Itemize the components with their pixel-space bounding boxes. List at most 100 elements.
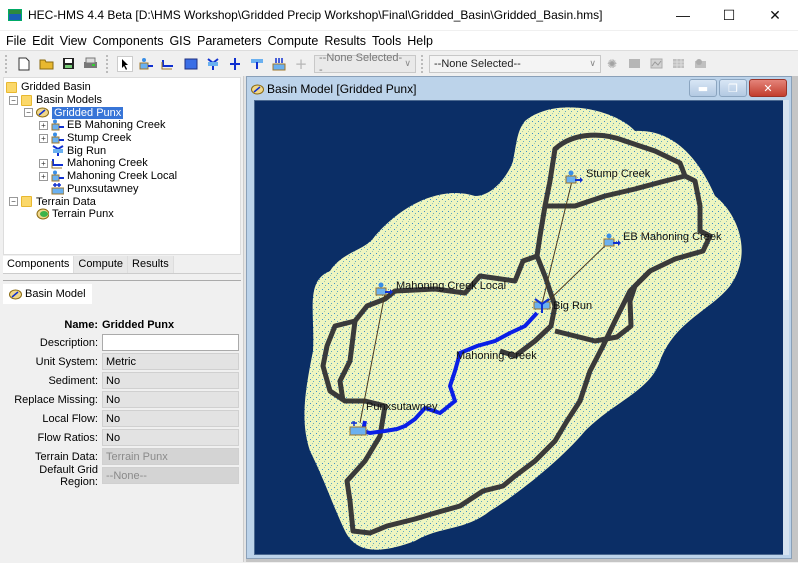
desktop-area: Basin Model [Gridded Punx] ▬ ❐ ✕ Stump C… bbox=[246, 76, 798, 562]
run-select-dropdown[interactable]: --None Selected-- ∨ bbox=[429, 54, 601, 73]
unit-system-select[interactable]: Metric bbox=[102, 353, 239, 370]
source-tool-icon[interactable] bbox=[249, 56, 265, 72]
reservoir-tool-icon[interactable] bbox=[183, 56, 199, 72]
tree-node-label: Terrain Data bbox=[36, 195, 96, 208]
tree-node-label: Stump Creek bbox=[67, 132, 132, 145]
tree-node-terrain[interactable]: Terrain Punx bbox=[4, 208, 240, 221]
close-button[interactable]: ✕ bbox=[752, 0, 798, 30]
menu-file[interactable]: File bbox=[3, 34, 29, 48]
tree-node-label: EB Mahoning Creek bbox=[67, 119, 166, 132]
flow-ratios-row: Flow Ratios: No bbox=[3, 429, 241, 446]
collapse-icon[interactable]: − bbox=[9, 197, 18, 207]
new-file-icon[interactable] bbox=[16, 56, 32, 72]
tree-node-element[interactable]: + Mahoning Creek Local bbox=[4, 170, 240, 183]
description-field[interactable] bbox=[102, 334, 239, 351]
map-label-mahoning-local: Mahoning Creek Local bbox=[396, 280, 507, 292]
name-value: Gridded Punx bbox=[102, 318, 175, 331]
expand-icon[interactable]: + bbox=[39, 133, 48, 143]
description-row: Description: bbox=[3, 334, 241, 351]
junction-tool-icon[interactable] bbox=[205, 56, 221, 72]
tree-node-label: Basin Models bbox=[36, 94, 103, 107]
menu-edit[interactable]: Edit bbox=[29, 34, 57, 48]
basin-window-restore-button[interactable]: ❐ bbox=[719, 79, 747, 97]
menu-tools[interactable]: Tools bbox=[369, 34, 404, 48]
arrow-select-icon[interactable] bbox=[117, 55, 133, 72]
default-grid-region-label: Default Grid Region: bbox=[39, 463, 98, 488]
menu-results[interactable]: Results bbox=[321, 34, 369, 48]
print-icon[interactable] bbox=[82, 56, 98, 72]
tab-compute[interactable]: Compute bbox=[74, 256, 129, 273]
diversion-tool-icon[interactable] bbox=[227, 56, 243, 72]
basin-window-title: Basin Model [Gridded Punx] bbox=[267, 82, 417, 96]
terrain-data-select[interactable]: Terrain Punx bbox=[102, 448, 239, 465]
unit-system-row: Unit System: Metric bbox=[3, 353, 241, 370]
toolbar-grip[interactable] bbox=[5, 54, 8, 73]
basin-window-close-button[interactable]: ✕ bbox=[749, 79, 787, 97]
toolbar-grip[interactable] bbox=[421, 54, 424, 73]
open-folder-icon[interactable] bbox=[38, 56, 54, 72]
tree-node-basin-model[interactable]: − Gridded Punx bbox=[4, 106, 240, 119]
subbasin-tool-icon[interactable] bbox=[139, 56, 155, 72]
local-flow-select[interactable]: No bbox=[102, 410, 239, 427]
maximize-button[interactable]: ☐ bbox=[706, 0, 752, 30]
save-icon[interactable] bbox=[60, 56, 76, 72]
tree-node-element[interactable]: + Mahoning Creek bbox=[4, 157, 240, 170]
toolbar-grip[interactable] bbox=[106, 54, 109, 73]
menu-gis[interactable]: GIS bbox=[166, 34, 194, 48]
explorer-tabs: Components Compute Results bbox=[3, 256, 241, 274]
tab-components[interactable]: Components bbox=[3, 256, 75, 273]
add-point-icon[interactable]: + bbox=[293, 56, 309, 72]
tree-node-element[interactable]: + Stump Creek bbox=[4, 132, 240, 145]
graph-icon[interactable] bbox=[648, 56, 664, 72]
default-grid-region-select[interactable]: --None-- bbox=[102, 467, 239, 484]
expand-icon[interactable]: + bbox=[39, 171, 48, 181]
terrain-icon bbox=[36, 208, 49, 220]
sediment-select[interactable]: No bbox=[102, 372, 239, 389]
map-vertical-scrollbar[interactable] bbox=[783, 100, 789, 555]
collapse-icon[interactable]: − bbox=[9, 95, 18, 105]
time-series-icon[interactable] bbox=[692, 56, 708, 72]
replace-missing-select[interactable]: No bbox=[102, 391, 239, 408]
tree-node-element[interactable]: Punxsutawney bbox=[4, 182, 240, 196]
menu-components[interactable]: Components bbox=[90, 34, 167, 48]
basin-window-titlebar[interactable]: Basin Model [Gridded Punx] bbox=[251, 80, 416, 98]
scrollbar-thumb[interactable] bbox=[783, 180, 789, 300]
tree-node-element[interactable]: + EB Mahoning Creek bbox=[4, 119, 240, 132]
tab-basin-model[interactable]: Basin Model bbox=[3, 284, 92, 304]
tree-node-label: Mahoning Creek Local bbox=[67, 170, 178, 183]
reach-tool-icon[interactable] bbox=[161, 56, 177, 72]
component-editor: Basin Model Name: Gridded Punx Descripti… bbox=[3, 280, 241, 563]
left-panel: Gridded Basin − Basin Models − Gridded P… bbox=[0, 76, 244, 563]
expand-icon[interactable]: + bbox=[39, 120, 48, 130]
element-select-dropdown[interactable]: --None Selected-- ∨ bbox=[314, 52, 416, 76]
menu-compute[interactable]: Compute bbox=[265, 34, 322, 48]
tab-results[interactable]: Results bbox=[128, 256, 174, 273]
menu-view[interactable]: View bbox=[57, 34, 90, 48]
unit-system-label: Unit System: bbox=[35, 355, 98, 368]
default-grid-region-row: Default Grid Region: --None-- bbox=[3, 464, 241, 488]
sediment-row: Sediment: No bbox=[3, 372, 241, 389]
tree-node-terrain-data[interactable]: − Terrain Data bbox=[4, 195, 240, 208]
expand-icon[interactable]: + bbox=[39, 158, 48, 168]
local-flow-row: Local Flow: No bbox=[3, 410, 241, 427]
table-icon[interactable] bbox=[670, 56, 686, 72]
compute-icon[interactable]: ✺ bbox=[604, 56, 620, 72]
toolbar: + --None Selected-- ∨ --None Selected-- ∨ … bbox=[0, 50, 798, 76]
sink-tool-icon[interactable] bbox=[271, 56, 287, 72]
basin-window-minimize-button[interactable]: ▬ bbox=[689, 79, 717, 97]
tree-node-element[interactable]: Big Run bbox=[4, 144, 240, 157]
subbasin-icon bbox=[51, 132, 64, 144]
folder-icon bbox=[21, 196, 32, 208]
tree-node-basin-models[interactable]: − Basin Models bbox=[4, 94, 240, 107]
menu-help[interactable]: Help bbox=[404, 34, 436, 48]
menu-bar: File Edit View Components GIS Parameters… bbox=[0, 31, 798, 50]
menu-parameters[interactable]: Parameters bbox=[194, 34, 265, 48]
collapse-icon[interactable]: − bbox=[24, 108, 33, 118]
terrain-data-label: Terrain Data: bbox=[35, 450, 98, 463]
basin-map-canvas[interactable]: Stump Creek EB Mahoning Creek Mahoning C… bbox=[254, 100, 784, 555]
watershed-explorer-tree: Gridded Basin − Basin Models − Gridded P… bbox=[3, 77, 241, 255]
global-summary-icon[interactable] bbox=[626, 56, 642, 72]
minimize-button[interactable]: — bbox=[660, 0, 706, 30]
tree-node-root[interactable]: Gridded Basin bbox=[4, 81, 240, 94]
flow-ratios-select[interactable]: No bbox=[102, 429, 239, 446]
